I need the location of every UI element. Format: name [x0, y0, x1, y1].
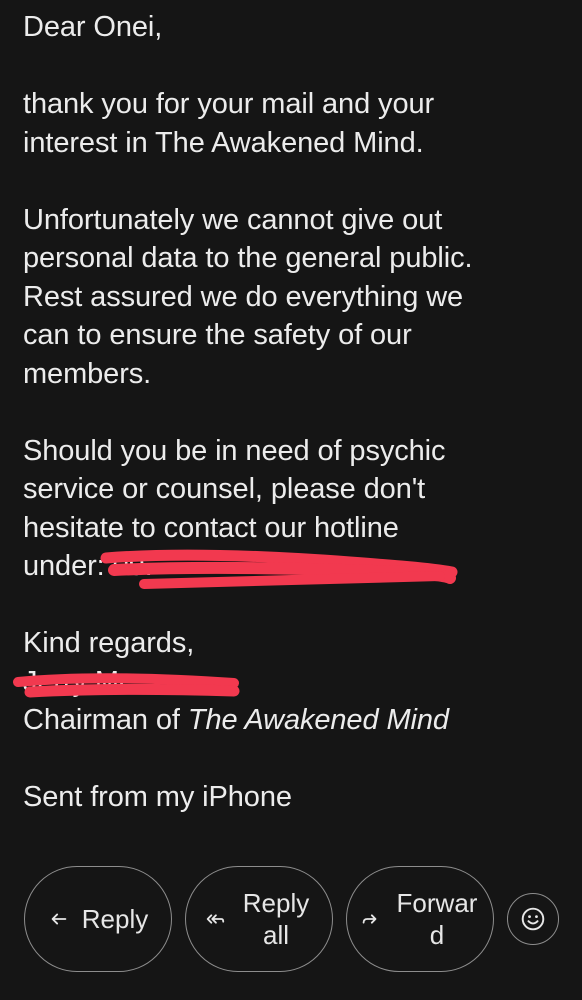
- paragraph-3-line: service or counsel, please don't: [23, 473, 426, 505]
- closing-text: Kind regards,: [23, 627, 195, 659]
- signer-name-redacted: Jerry Mc: [23, 665, 134, 698]
- forward-button[interactable]: Forward: [346, 866, 494, 972]
- reply-all-label: Reply all: [242, 888, 310, 950]
- reply-label: Reply: [81, 904, 149, 934]
- email-paragraph-1: thank you for your mail and your interes…: [23, 85, 563, 162]
- paragraph-3-line: Should you be in need of psychic: [23, 434, 446, 467]
- paragraph-2-line: personal data to the general public.: [23, 242, 473, 274]
- paragraph-2-line: members.: [23, 357, 152, 390]
- email-paragraph-2: Unfortunately we cannot give out persona…: [23, 201, 563, 394]
- reply-button[interactable]: Reply: [24, 866, 172, 972]
- forward-label: Forward: [396, 888, 478, 950]
- reply-all-arrow-icon: [206, 914, 225, 924]
- email-closing: Kind regards, Jerry Mc Chairman of The A…: [23, 624, 563, 740]
- emoji-smile-icon: [521, 907, 545, 931]
- paragraph-2-line: Unfortunately we cannot give out: [23, 203, 443, 236]
- hotline-prefix: under:: [23, 550, 113, 582]
- reply-all-button[interactable]: Reply all: [185, 866, 333, 972]
- title-prefix: Chairman of: [23, 704, 188, 736]
- emoji-reaction-button[interactable]: [507, 893, 559, 945]
- reply-arrow-icon: [51, 913, 67, 925]
- paragraph-2-line: can to ensure the safety of our: [23, 319, 412, 351]
- hotline-line: under: 09.: [23, 547, 563, 586]
- email-body: Dear Onei, thank you for your mail and y…: [23, 8, 563, 817]
- email-action-bar: Reply Reply all Forward: [24, 866, 564, 974]
- paragraph-1-line: thank you for your mail and your: [23, 88, 435, 120]
- greeting-text: Dear Onei,: [23, 11, 163, 43]
- paragraph-3-line: hesitate to contact our hotline: [23, 511, 399, 544]
- forward-arrow-icon: [362, 914, 377, 924]
- signer-title: Chairman of The Awakened Mind: [23, 701, 563, 740]
- paragraph-1-line: interest in The Awakened Mind.: [23, 126, 424, 159]
- paragraph-2-line: Rest assured we do everything we: [23, 280, 464, 313]
- hotline-number-redacted: 09.: [112, 550, 153, 582]
- email-signature: Sent from my iPhone: [23, 778, 563, 817]
- signature-text: Sent from my iPhone: [23, 781, 292, 813]
- title-organization: The Awakened Mind: [187, 704, 449, 736]
- email-paragraph-3: Should you be in need of psychic service…: [23, 432, 563, 586]
- email-greeting: Dear Onei,: [23, 8, 563, 47]
